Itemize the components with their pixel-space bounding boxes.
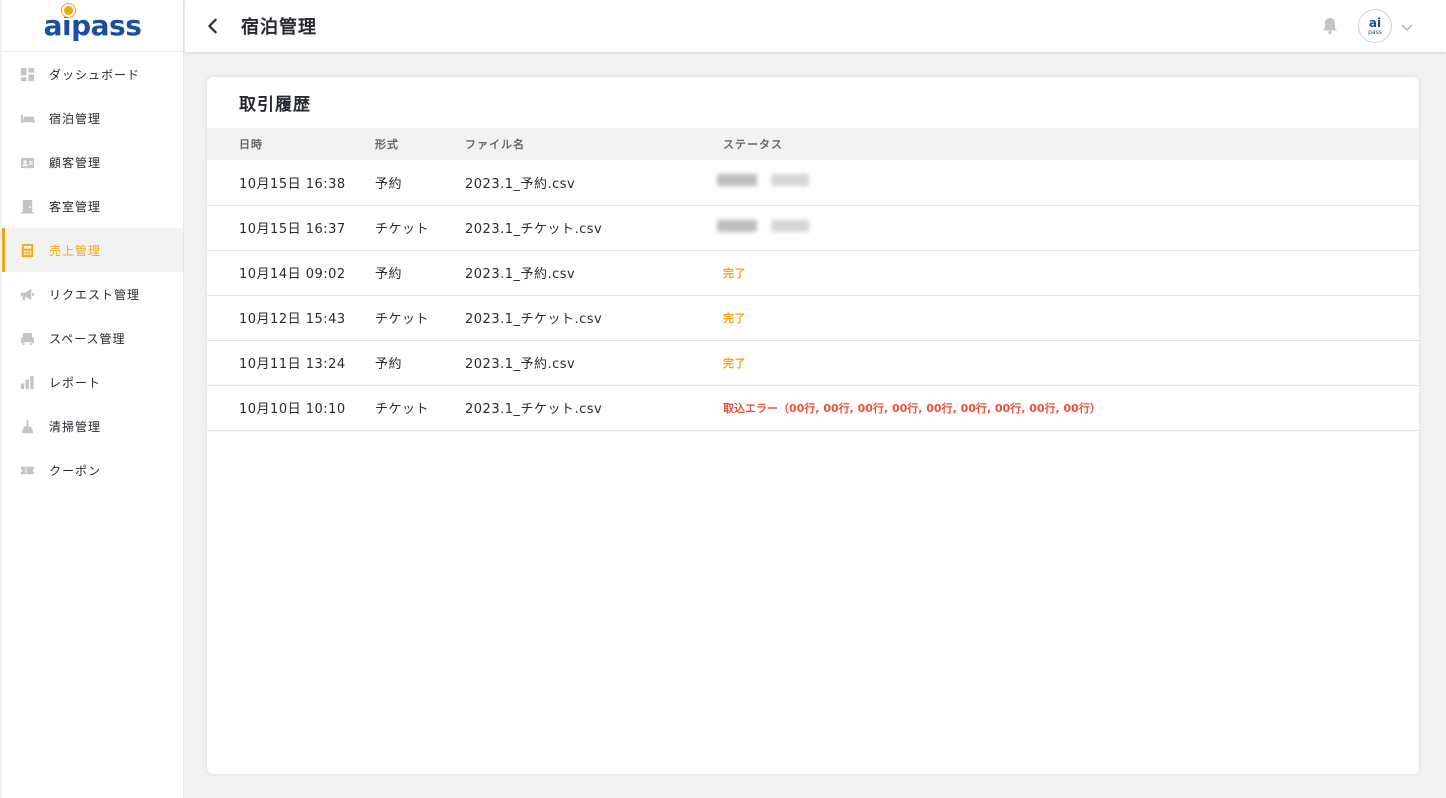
sidebar-item-dashboard[interactable]: ダッシュボード — [2, 52, 183, 96]
sidebar-item-label: 顧客管理 — [49, 155, 102, 170]
sidebar-item-coupons[interactable]: クーポン — [2, 448, 183, 492]
logo[interactable]: aipass — [2, 0, 183, 52]
door-icon — [20, 199, 35, 214]
cell-date: 10月15日 16:37 — [239, 222, 346, 237]
armchair-icon — [20, 331, 35, 346]
sidebar-nav: ダッシュボード 宿泊管理 顧客管理 客室管理 売上管理 リクエスト管理 スペース… — [2, 52, 183, 492]
cell-date: 10月12日 15:43 — [239, 312, 346, 327]
sidebar-item-sales[interactable]: 売上管理 — [2, 228, 183, 272]
card-title: 取引履歴 — [239, 95, 311, 115]
sidebar-item-accommodation[interactable]: 宿泊管理 — [2, 96, 183, 140]
cell-status — [717, 160, 1419, 205]
top-header: 宿泊管理 ai pass — [185, 0, 1446, 52]
blurred-status-block — [771, 219, 809, 232]
contact-card-icon — [20, 155, 35, 170]
sidebar-item-label: ダッシュボード — [49, 67, 141, 82]
cell-file: 2023.1_チケット.csv — [465, 222, 603, 237]
sidebar-item-label: 客室管理 — [49, 199, 102, 214]
bed-icon — [20, 111, 35, 126]
table-row[interactable]: 10月15日 16:37 チケット 2023.1_チケット.csv — [207, 205, 1419, 250]
cell-file: 2023.1_予約.csv — [465, 357, 576, 372]
cell-date: 10月10日 10:10 — [239, 402, 346, 417]
cell-date: 10月15日 16:38 — [239, 176, 346, 192]
cell-file: 2023.1_予約.csv — [465, 267, 576, 282]
cell-date: 10月14日 09:02 — [239, 267, 346, 282]
sidebar-item-label: 売上管理 — [49, 243, 102, 258]
table-header-row: 日時 形式 ファイル名 ステータス — [207, 128, 1419, 160]
cell-type: チケット — [375, 222, 430, 237]
bar-chart-icon — [20, 375, 35, 390]
sidebar-item-label: スペース管理 — [49, 331, 126, 346]
status-loading-placeholder — [717, 219, 809, 232]
sidebar-item-requests[interactable]: リクエスト管理 — [2, 272, 183, 316]
table-row[interactable]: 10月15日 16:38 予約 2023.1_予約.csv — [207, 160, 1419, 205]
cell-type: チケット — [375, 402, 430, 417]
cell-status: 完了 — [723, 250, 1419, 295]
table-row[interactable]: 10月12日 15:43 チケット 2023.1_チケット.csv 完了 — [207, 295, 1419, 340]
sidebar-item-label: リクエスト管理 — [49, 287, 141, 302]
sidebar: aipass ダッシュボード 宿泊管理 顧客管理 客室管理 売上管理 リクエスト… — [2, 0, 184, 798]
sidebar-item-label: クーポン — [49, 463, 102, 478]
blurred-status-block — [771, 174, 809, 187]
ticket-icon — [20, 463, 35, 478]
app-root: aipass ダッシュボード 宿泊管理 顧客管理 客室管理 売上管理 リクエスト… — [0, 0, 1446, 798]
blurred-status-block — [717, 219, 757, 232]
cell-file: 2023.1_チケット.csv — [465, 312, 603, 327]
transaction-history-card: 取引履歴 日時 形式 ファイル名 ステータス 10月15日 16:38 予約 2… — [207, 77, 1419, 774]
cell-date: 10月11日 13:24 — [239, 357, 346, 372]
page-title: 宿泊管理 — [241, 17, 317, 38]
transaction-table: 日時 形式 ファイル名 ステータス 10月15日 16:38 予約 2023.1… — [207, 128, 1419, 431]
table-row[interactable]: 10月14日 09:02 予約 2023.1_予約.csv 完了 — [207, 250, 1419, 295]
column-header-file: ファイル名 — [465, 138, 525, 151]
sidebar-item-label: 清掃管理 — [49, 419, 102, 434]
cell-status: 完了 — [723, 295, 1419, 340]
logo-sun-icon — [64, 6, 73, 15]
sidebar-item-customers[interactable]: 顧客管理 — [2, 140, 183, 184]
blurred-status-block — [717, 174, 757, 187]
logo-text: aipass — [43, 9, 142, 42]
table-row[interactable]: 10月11日 13:24 予約 2023.1_予約.csv 完了 — [207, 340, 1419, 385]
cell-file: 2023.1_チケット.csv — [465, 402, 603, 417]
avatar-text-pass: pass — [1368, 28, 1382, 36]
status-error-badge: 取込エラー（00行, 00行, 00行, 00行, 00行, 00行, 00行,… — [723, 401, 1101, 415]
dashboard-icon — [20, 67, 35, 82]
back-arrow-icon[interactable] — [203, 16, 223, 36]
sidebar-item-spaces[interactable]: スペース管理 — [2, 316, 183, 360]
column-header-date: 日時 — [239, 138, 263, 151]
sidebar-item-cleaning[interactable]: 清掃管理 — [2, 404, 183, 448]
status-badge: 完了 — [723, 311, 746, 325]
cell-type: チケット — [375, 312, 430, 327]
cell-type: 予約 — [375, 267, 403, 282]
column-header-status: ステータス — [723, 138, 783, 151]
sidebar-item-rooms[interactable]: 客室管理 — [2, 184, 183, 228]
cell-type: 予約 — [375, 176, 403, 192]
megaphone-icon — [20, 287, 35, 302]
status-loading-placeholder — [717, 174, 809, 187]
broom-icon — [20, 419, 35, 434]
cell-status — [717, 205, 1419, 250]
avatar[interactable]: ai pass — [1358, 9, 1392, 43]
cell-status: 取込エラー（00行, 00行, 00行, 00行, 00行, 00行, 00行,… — [723, 385, 1419, 430]
sidebar-item-reports[interactable]: レポート — [2, 360, 183, 404]
avatar-text-ai: ai — [1368, 15, 1382, 30]
table-row[interactable]: 10月10日 10:10 チケット 2023.1_チケット.csv 取込エラー（… — [207, 385, 1419, 430]
cell-type: 予約 — [375, 357, 403, 372]
bell-icon[interactable] — [1320, 16, 1340, 36]
calculator-icon — [20, 243, 35, 258]
cell-status: 完了 — [723, 340, 1419, 385]
header-actions: ai pass — [1320, 0, 1414, 52]
cell-file: 2023.1_予約.csv — [465, 176, 576, 192]
status-badge: 完了 — [723, 356, 746, 370]
sidebar-item-label: レポート — [49, 375, 102, 390]
column-header-type: 形式 — [375, 138, 399, 151]
chevron-down-icon[interactable] — [1400, 19, 1414, 33]
sidebar-item-label: 宿泊管理 — [49, 111, 102, 126]
status-badge: 完了 — [723, 266, 746, 280]
